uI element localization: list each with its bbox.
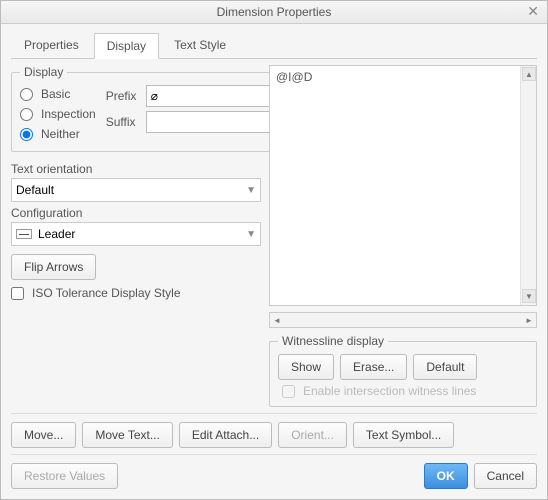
- titlebar: Dimension Properties ✕: [1, 1, 547, 24]
- witnessline-group: Witnessline display Show Erase... Defaul…: [269, 334, 537, 407]
- flip-arrows-label: Flip Arrows: [24, 260, 83, 274]
- dialog-body: Properties Display Text Style Display Ba…: [1, 24, 547, 499]
- iso-tolerance-checkbox[interactable]: ISO Tolerance Display Style: [11, 286, 261, 300]
- scroll-up-icon[interactable]: ▲: [522, 67, 536, 81]
- erase-button[interactable]: Erase...: [340, 354, 407, 380]
- dialog-window: Dimension Properties ✕ Properties Displa…: [0, 0, 548, 500]
- scroll-right-icon[interactable]: ►: [522, 313, 536, 327]
- restore-values-button: Restore Values: [11, 463, 118, 489]
- tab-properties-label: Properties: [24, 38, 79, 52]
- leader-icon: [16, 229, 32, 239]
- tab-display-label: Display: [107, 39, 146, 53]
- radio-neither[interactable]: Neither: [20, 127, 96, 141]
- suffix-label: Suffix: [106, 115, 142, 129]
- iso-tolerance-label: ISO Tolerance Display Style: [32, 286, 181, 300]
- radio-inspection-input[interactable]: [20, 108, 33, 121]
- chevron-down-icon: ▼: [246, 229, 256, 240]
- edit-attach-button[interactable]: Edit Attach...: [179, 422, 272, 448]
- ok-label: OK: [437, 469, 455, 483]
- tab-text-style[interactable]: Text Style: [161, 32, 239, 58]
- show-button[interactable]: Show: [278, 354, 334, 380]
- preview-text: @I@D: [276, 70, 312, 84]
- enable-intersection-checkbox: Enable intersection witness lines: [282, 384, 528, 398]
- tab-content: Display Basic Inspection: [11, 59, 537, 413]
- action-row: Move... Move Text... Edit Attach... Orie…: [11, 413, 537, 454]
- flip-arrows-button[interactable]: Flip Arrows: [11, 254, 96, 280]
- vertical-scrollbar[interactable]: ▲ ▼: [520, 66, 536, 305]
- enable-intersection-input: [282, 385, 295, 398]
- cancel-button[interactable]: Cancel: [474, 463, 537, 489]
- default-button[interactable]: Default: [413, 354, 477, 380]
- configuration-value: Leader: [38, 227, 75, 241]
- iso-tolerance-input[interactable]: [11, 287, 24, 300]
- display-legend: Display: [20, 65, 67, 79]
- radio-inspection[interactable]: Inspection: [20, 107, 96, 121]
- orient-button: Orient...: [278, 422, 347, 448]
- horizontal-scrollbar[interactable]: ◄ ►: [269, 312, 537, 328]
- radio-neither-input[interactable]: [20, 128, 33, 141]
- radio-basic[interactable]: Basic: [20, 87, 96, 101]
- edit-attach-label: Edit Attach...: [192, 428, 259, 442]
- scroll-left-icon[interactable]: ◄: [270, 313, 284, 327]
- move-label: Move...: [24, 428, 63, 442]
- dialog-footer: Restore Values OK Cancel: [11, 454, 537, 493]
- radio-basic-input[interactable]: [20, 88, 33, 101]
- close-icon[interactable]: ✕: [527, 3, 539, 20]
- chevron-down-icon: ▼: [246, 185, 256, 196]
- left-column: Display Basic Inspection: [11, 65, 261, 413]
- configuration-combo[interactable]: Leader ▼: [11, 222, 261, 246]
- default-label: Default: [426, 360, 464, 374]
- witnessline-legend: Witnessline display: [278, 334, 388, 348]
- move-text-label: Move Text...: [95, 428, 159, 442]
- move-button[interactable]: Move...: [11, 422, 76, 448]
- text-orientation-value: Default: [16, 183, 54, 197]
- move-text-button[interactable]: Move Text...: [82, 422, 172, 448]
- erase-label: Erase...: [353, 360, 394, 374]
- show-label: Show: [291, 360, 321, 374]
- enable-intersection-label: Enable intersection witness lines: [303, 384, 476, 398]
- preview-pane: @I@D ▲ ▼: [269, 65, 537, 306]
- configuration-label: Configuration: [11, 206, 261, 220]
- restore-values-label: Restore Values: [24, 469, 105, 483]
- tab-display[interactable]: Display: [94, 33, 159, 59]
- text-symbol-label: Text Symbol...: [366, 428, 441, 442]
- text-orientation-combo[interactable]: Default ▼: [11, 178, 261, 202]
- prefix-label: Prefix: [106, 89, 142, 103]
- orient-label: Orient...: [291, 428, 334, 442]
- ok-button[interactable]: OK: [424, 463, 468, 489]
- window-title: Dimension Properties: [217, 5, 332, 19]
- tab-text-style-label: Text Style: [174, 38, 226, 52]
- radio-basic-label: Basic: [41, 87, 70, 101]
- tab-bar: Properties Display Text Style: [11, 32, 537, 59]
- right-column: @I@D ▲ ▼ ◄ ► Witnessline display Show Er…: [269, 65, 537, 413]
- cancel-label: Cancel: [487, 469, 524, 483]
- radio-inspection-label: Inspection: [41, 107, 96, 121]
- scroll-down-icon[interactable]: ▼: [522, 289, 536, 303]
- text-symbol-button[interactable]: Text Symbol...: [353, 422, 454, 448]
- radio-neither-label: Neither: [41, 127, 80, 141]
- text-orientation-label: Text orientation: [11, 162, 261, 176]
- tab-properties[interactable]: Properties: [11, 32, 92, 58]
